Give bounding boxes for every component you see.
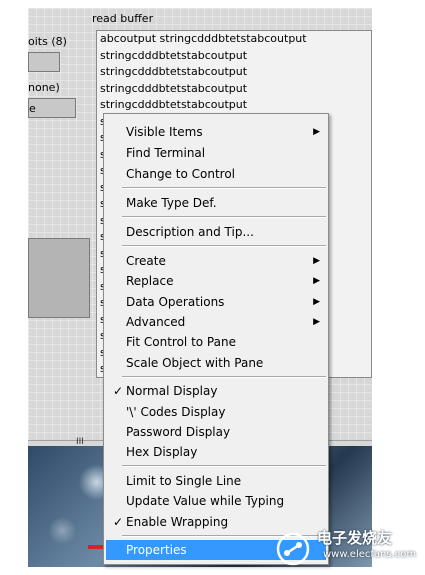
- menu-item-label: Limit to Single Line: [126, 474, 242, 488]
- menu-separator: [122, 245, 326, 247]
- elecfans-watermark: 电子发烧友 www.elecfans.com: [275, 525, 425, 573]
- menu-item-create[interactable]: Create ▶: [106, 251, 326, 271]
- menu-item-fit-control-to-pane[interactable]: Fit Control to Pane: [106, 332, 326, 352]
- bits-label: oits (8): [28, 35, 67, 48]
- menu-item-change-to-control[interactable]: Change to Control: [106, 164, 326, 184]
- menu-item-label: Advanced: [126, 315, 186, 329]
- menu-separator: [122, 376, 326, 378]
- menu-item-label: Password Display: [126, 425, 231, 439]
- menu-item-update-value-while-typing[interactable]: Update Value while Typing: [106, 491, 326, 511]
- menu-item-description-and-tip[interactable]: Description and Tip...: [106, 222, 326, 242]
- menu-item-data-operations[interactable]: Data Operations ▶: [106, 292, 326, 312]
- read-buffer-line: stringcdddbtetstabcoutput: [100, 98, 248, 111]
- menu-separator: [122, 187, 326, 189]
- menu-separator: [122, 465, 326, 467]
- checkmark-icon: ✓: [113, 515, 124, 529]
- menu-item-label: Normal Display: [126, 384, 218, 398]
- menu-item-codes-display[interactable]: '\' Codes Display: [106, 402, 326, 422]
- submenu-arrow-icon: ▶: [313, 276, 320, 286]
- menu-item-label: Properties: [126, 543, 187, 557]
- menu-item-normal-display[interactable]: ✓ Normal Display: [106, 381, 326, 401]
- menu-separator: [122, 216, 326, 218]
- menu-item-password-display[interactable]: Password Display: [106, 422, 326, 442]
- read-buffer-line: stringcdddbtetstabcoutput: [100, 65, 248, 78]
- e-control[interactable]: e: [28, 98, 76, 118]
- menu-item-label: Fit Control to Pane: [126, 335, 236, 349]
- menu-item-label: Find Terminal: [126, 146, 206, 160]
- menu-item-label: '\' Codes Display: [126, 405, 226, 419]
- submenu-arrow-icon: ▶: [313, 256, 320, 266]
- menu-item-scale-object-with-pane[interactable]: Scale Object with Pane: [106, 353, 326, 373]
- read-buffer-line: abcoutput stringcdddbtetstabcoutput: [100, 32, 307, 45]
- menu-item-label: Data Operations: [126, 295, 225, 309]
- bits-control[interactable]: [28, 52, 60, 72]
- e-label: e: [29, 102, 36, 115]
- menu-item-replace[interactable]: Replace ▶: [106, 271, 326, 291]
- menu-item-visible-items[interactable]: Visible Items ▶: [106, 122, 326, 142]
- menu-item-label: Scale Object with Pane: [126, 356, 264, 370]
- submenu-arrow-icon: ▶: [313, 297, 320, 307]
- read-buffer-line: stringcdddbtetstabcoutput: [100, 81, 248, 95]
- menu-item-label: Create: [126, 254, 166, 268]
- submenu-arrow-icon: ▶: [313, 317, 320, 327]
- watermark-text: 电子发烧友: [317, 529, 393, 547]
- menu-item-label: Replace: [126, 274, 174, 288]
- menu-item-label: Visible Items: [126, 125, 203, 139]
- menu-item-label: Update Value while Typing: [126, 494, 285, 508]
- elecfans-logo-icon: [276, 532, 310, 566]
- menu-item-label: Change to Control: [126, 167, 235, 181]
- read-buffer-label: read buffer: [92, 12, 154, 25]
- none-label: none): [28, 81, 60, 94]
- menu-item-hex-display[interactable]: Hex Display: [106, 442, 326, 462]
- context-menu: Visible Items ▶ Find Terminal Change to …: [103, 113, 329, 565]
- menu-item-find-terminal[interactable]: Find Terminal: [106, 143, 326, 163]
- left-display-box: [28, 238, 90, 318]
- menu-item-make-type-def[interactable]: Make Type Def.: [106, 193, 326, 213]
- menu-item-label: Hex Display: [126, 445, 198, 459]
- read-buffer-line: stringcdddbtetstabcoutput: [100, 48, 248, 62]
- menu-item-limit-to-single-line[interactable]: Limit to Single Line: [106, 471, 326, 491]
- menu-item-label: Enable Wrapping: [126, 515, 229, 529]
- menu-item-label: Description and Tip...: [126, 225, 254, 239]
- checkmark-icon: ✓: [113, 384, 124, 398]
- submenu-arrow-icon: ▶: [313, 127, 320, 137]
- menu-item-advanced[interactable]: Advanced ▶: [106, 312, 326, 332]
- watermark-url: www.elecfans.com: [323, 549, 417, 560]
- menu-item-label: Make Type Def.: [126, 196, 217, 210]
